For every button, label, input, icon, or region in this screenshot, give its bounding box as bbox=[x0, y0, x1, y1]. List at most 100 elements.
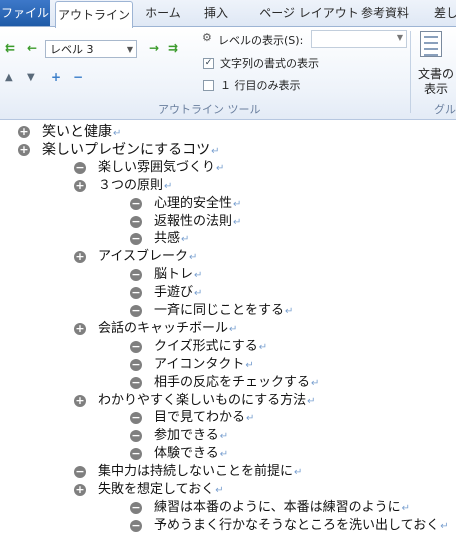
outline-body-symbol-icon[interactable]: − bbox=[74, 466, 86, 479]
paragraph-mark-icon: ↵ bbox=[245, 359, 254, 371]
outline-body-symbol-icon[interactable]: − bbox=[74, 161, 86, 174]
outline-item-text[interactable]: 手遊び↵ bbox=[154, 284, 202, 303]
outline-body-symbol-icon[interactable]: − bbox=[130, 376, 142, 389]
outline-item-label: 心理的安全性 bbox=[154, 195, 233, 211]
outline-body-symbol-icon[interactable]: − bbox=[130, 412, 142, 425]
outline-item-text[interactable]: 共感↵ bbox=[154, 230, 189, 249]
expand-icon[interactable]: + bbox=[51, 70, 61, 84]
outline-item-text[interactable]: アイスブレーク↵ bbox=[98, 248, 197, 267]
outline-item-text[interactable]: アイコンタクト↵ bbox=[154, 356, 254, 375]
outline-body-symbol-icon[interactable]: − bbox=[130, 215, 142, 228]
paragraph-mark-icon: ↵ bbox=[233, 198, 242, 210]
tab-page-layout[interactable]: ページ レイアウト bbox=[248, 0, 370, 26]
move-down-icon[interactable]: ▼ bbox=[27, 71, 35, 85]
promote-to-heading1-icon[interactable]: ⇇ bbox=[5, 41, 15, 55]
outline-item-label: 失敗を想定しておく bbox=[98, 482, 215, 497]
tab-outline[interactable]: アウトライン bbox=[55, 1, 133, 28]
paragraph-mark-icon: ↵ bbox=[246, 413, 255, 425]
tab-home[interactable]: ホーム bbox=[140, 0, 186, 26]
paragraph-mark-icon: ↵ bbox=[307, 395, 316, 407]
collapse-icon[interactable]: − bbox=[73, 70, 83, 84]
outline-item-text[interactable]: 予めうまく行かなそうなところを洗い出しておく↵ bbox=[154, 517, 449, 536]
outline-item-text[interactable]: 失敗を想定しておく↵ bbox=[98, 481, 224, 500]
outline-body-symbol-icon[interactable]: − bbox=[130, 501, 142, 514]
outline-body-symbol-icon[interactable]: − bbox=[130, 233, 142, 246]
paragraph-mark-icon: ↵ bbox=[113, 128, 122, 139]
show-document-button[interactable]: 文書の 表示 bbox=[414, 67, 456, 97]
outline-item-text[interactable]: 目で見てわかる↵ bbox=[154, 409, 254, 428]
outline-item-text[interactable]: ３つの原則↵ bbox=[98, 177, 172, 196]
show-level-label: レベルの表示(S): bbox=[218, 34, 304, 47]
outline-item-label: アイスブレーク bbox=[98, 249, 188, 265]
outline-expand-symbol-icon[interactable]: + bbox=[18, 143, 30, 156]
outline-item-text[interactable]: 参加できる↵ bbox=[154, 427, 228, 446]
outline-body-symbol-icon[interactable]: − bbox=[130, 519, 142, 532]
outline-body-symbol-icon[interactable]: − bbox=[130, 448, 142, 461]
tab-file[interactable]: ファイル bbox=[0, 0, 50, 26]
outline-item-text[interactable]: わかりやすく楽しいものにする方法↵ bbox=[98, 392, 316, 411]
outline-body-symbol-icon[interactable]: − bbox=[130, 430, 142, 443]
ribbon-tab-bar: ファイル アウトライン ホーム 挿入 ページ レイアウト 参考資料 差し bbox=[0, 0, 456, 28]
outline-expand-symbol-icon[interactable]: + bbox=[74, 322, 86, 335]
outline-item-text[interactable]: 楽しい雰囲気づくり↵ bbox=[98, 159, 224, 178]
outline-expand-symbol-icon[interactable]: + bbox=[74, 484, 86, 496]
outline-level-select[interactable]: レベル 3 ▼ bbox=[45, 40, 137, 58]
outline-item-label: 笑いと健康 bbox=[42, 124, 112, 140]
paragraph-mark-icon: ↵ bbox=[219, 431, 229, 443]
outline-item-text[interactable]: 練習は本番のように、本番は練習のように↵ bbox=[154, 499, 410, 518]
paragraph-mark-icon: ↵ bbox=[440, 520, 449, 532]
promote-icon[interactable]: ← bbox=[27, 41, 37, 55]
outline-expand-symbol-icon[interactable]: + bbox=[18, 126, 30, 138]
paragraph-mark-icon: ↵ bbox=[233, 216, 242, 228]
outline-item-text[interactable]: 体験できる↵ bbox=[154, 445, 228, 464]
group-label-master-document: グル bbox=[434, 103, 456, 116]
tab-mailings[interactable]: 差し bbox=[434, 0, 456, 26]
group-label-outline-tools: アウトライン ツール bbox=[158, 103, 261, 116]
outline-item-text[interactable]: 心理的安全性↵ bbox=[154, 195, 241, 214]
outline-item-text[interactable]: 返報性の法則↵ bbox=[154, 213, 241, 232]
outline-item-label: クイズ形式にする bbox=[154, 338, 258, 354]
outline-item-label: 会話のキャッチボール bbox=[98, 320, 229, 336]
outline-item-label: 脳トレ bbox=[154, 267, 194, 283]
paragraph-mark-icon: ↵ bbox=[164, 180, 173, 192]
outline-item-label: 楽しいプレゼンにするコツ bbox=[42, 141, 211, 158]
outline-item-text[interactable]: 脳トレ↵ bbox=[154, 266, 202, 285]
outline-item-label: 予めうまく行かなそうなところを洗い出しておく bbox=[154, 517, 440, 533]
demote-to-body-icon[interactable]: ⇉ bbox=[168, 41, 178, 55]
outline-item-text[interactable]: 一斉に同じことをする↵ bbox=[154, 302, 293, 321]
outline-body-symbol-icon[interactable]: − bbox=[130, 305, 142, 317]
document-outline: + 笑いと健康↵ + 楽しいプレゼンにするコツ↵ − 楽しい雰囲気づくり↵ +３つの原則↵ −… bbox=[0, 120, 456, 539]
outline-item-label: 共感 bbox=[154, 231, 181, 247]
show-level-select[interactable]: ▼ bbox=[311, 30, 407, 48]
outline-expand-symbol-icon[interactable]: + bbox=[74, 251, 86, 264]
outline-item-text[interactable]: 会話のキャッチボール↵ bbox=[98, 320, 237, 339]
demote-icon[interactable]: → bbox=[149, 41, 159, 55]
move-up-icon[interactable]: ▲ bbox=[5, 71, 13, 85]
outline-item-label: 体験できる bbox=[154, 446, 219, 462]
outline-body-symbol-icon[interactable]: − bbox=[130, 197, 142, 210]
tab-references[interactable]: 参考資料 bbox=[356, 0, 414, 26]
outline-expand-symbol-icon[interactable]: + bbox=[74, 179, 86, 192]
outline-body-symbol-icon[interactable]: − bbox=[130, 340, 142, 353]
outline-level-value: レベル 3 bbox=[50, 43, 94, 56]
show-text-formatting-checkbox[interactable]: ✓ bbox=[203, 58, 214, 69]
outline-body-symbol-icon[interactable]: − bbox=[130, 269, 142, 282]
paragraph-mark-icon: ↵ bbox=[194, 288, 203, 300]
outline-item-label: 練習は本番のように、本番は練習のように bbox=[154, 499, 401, 515]
first-line-only-label: １ 行目のみ表示 bbox=[220, 79, 301, 92]
outline-item-label: アイコンタクト bbox=[154, 356, 245, 372]
outline-expand-symbol-icon[interactable]: + bbox=[74, 394, 86, 407]
paragraph-mark-icon: ↵ bbox=[194, 270, 203, 282]
outline-body-symbol-icon[interactable]: − bbox=[130, 358, 142, 371]
first-line-only-checkbox[interactable] bbox=[203, 80, 214, 91]
paragraph-mark-icon: ↵ bbox=[258, 341, 268, 353]
show-document-icon[interactable] bbox=[420, 31, 442, 57]
outline-item-text[interactable]: クイズ形式にする↵ bbox=[154, 338, 267, 357]
chevron-down-icon: ▼ bbox=[396, 33, 403, 42]
paragraph-mark-icon: ↵ bbox=[401, 502, 411, 514]
tab-insert[interactable]: 挿入 bbox=[196, 0, 236, 26]
outline-item-text[interactable]: 相手の反応をチェックする↵ bbox=[154, 374, 319, 393]
chevron-down-icon: ▼ bbox=[126, 45, 133, 54]
outline-item-text[interactable]: 集中力は持続しないことを前提に↵ bbox=[98, 463, 302, 482]
outline-body-symbol-icon[interactable]: − bbox=[130, 287, 142, 300]
